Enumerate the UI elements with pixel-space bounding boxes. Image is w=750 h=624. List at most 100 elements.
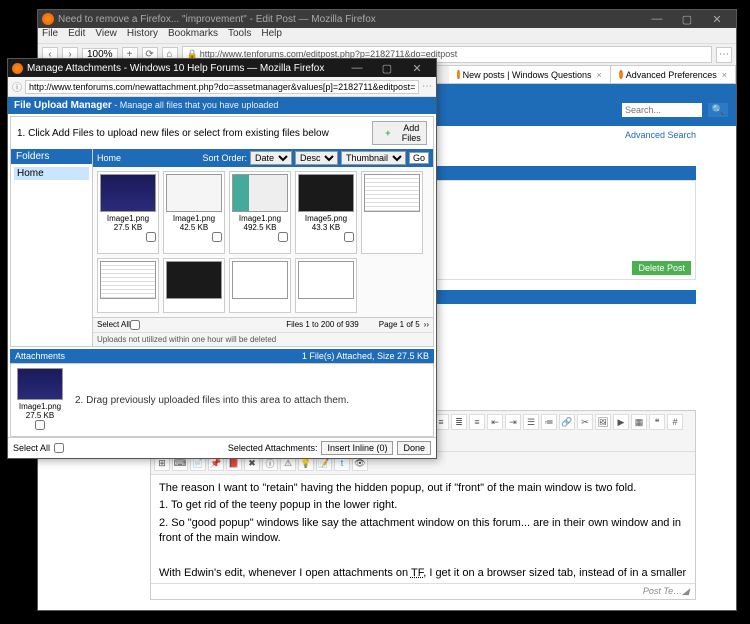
search-input[interactable]: [622, 103, 702, 117]
ed-align-center-icon[interactable]: ≣: [451, 414, 467, 430]
menu-help[interactable]: Help: [261, 28, 282, 43]
tab-new-posts[interactable]: New posts | Windows Questions×: [449, 66, 610, 83]
ed-indent-icon[interactable]: ⇥: [505, 414, 521, 430]
thumbnail-item[interactable]: Image1.png 27.5 KB: [97, 171, 159, 254]
attached-thumb[interactable]: Image1.png 27.5 KB: [15, 368, 65, 432]
thumb-image: [17, 368, 63, 400]
resize-handle[interactable]: ◢: [682, 586, 689, 597]
home-label: Home: [97, 153, 121, 163]
file-upload-header: File Upload Manager - Manage all files t…: [8, 97, 436, 114]
insert-inline-button[interactable]: Insert Inline (0): [321, 441, 393, 455]
thumb-checkbox[interactable]: [35, 420, 45, 430]
thumb-checkbox[interactable]: [344, 232, 354, 242]
view-select[interactable]: Thumbnail: [341, 151, 406, 165]
thumbnail-item[interactable]: [97, 258, 159, 313]
home-column: Home Sort Order: Date Desc Thumbnail Go …: [93, 149, 433, 346]
select-all-bottom-checkbox[interactable]: [54, 443, 64, 453]
thumbnail-item[interactable]: [361, 171, 423, 254]
upload-section: 1. Click Add Files to upload new files o…: [10, 116, 434, 347]
thumbnail-item[interactable]: Image5.png 43.3 KB: [295, 171, 357, 254]
menu-history[interactable]: History: [127, 28, 158, 43]
popup-url-input[interactable]: [25, 80, 419, 94]
firefox-icon: [42, 13, 54, 25]
selected-attachments-label: Selected Attachments:: [228, 443, 318, 453]
attachments-label: Attachments: [15, 351, 65, 361]
thumbnail-item[interactable]: [163, 258, 225, 313]
tab-advanced-prefs[interactable]: Advanced Preferences×: [611, 66, 736, 83]
ed-olist-icon[interactable]: ≔: [541, 414, 557, 430]
go-button[interactable]: Go: [409, 152, 429, 164]
main-titlebar: Need to remove a Firefox... "improvement…: [38, 10, 736, 28]
maximize-button[interactable]: ▢: [672, 13, 702, 26]
attach-instruction: 2. Drag previously uploaded files into t…: [75, 395, 349, 406]
thumb-image: [232, 174, 288, 212]
folder-home[interactable]: Home: [14, 167, 89, 180]
popup-menu-icon[interactable]: ⋯: [422, 81, 432, 92]
ed-align-right-icon[interactable]: ≡: [469, 414, 485, 430]
file-upload-title: File Upload Manager: [14, 100, 112, 111]
add-files-button[interactable]: +Add Files: [372, 121, 427, 145]
search-button[interactable]: 🔍: [708, 103, 728, 117]
sort-label: Sort Order:: [202, 153, 247, 163]
editor-body[interactable]: The reason I want to "retain" having the…: [151, 475, 695, 583]
sort-date-select[interactable]: Date: [250, 151, 292, 165]
thumb-name: Image1.png: [166, 214, 222, 223]
upload-note: Uploads not utilized within one hour wil…: [93, 332, 433, 346]
popup-close-button[interactable]: ✕: [402, 62, 432, 75]
plus-icon: +: [377, 128, 398, 138]
ed-img-icon[interactable]: 🖼: [595, 414, 611, 430]
menu-tools[interactable]: Tools: [228, 28, 251, 43]
editor-footer: Post Te… ◢: [151, 583, 695, 599]
thumb-size: 42.5 KB: [166, 223, 222, 232]
sort-dir-select[interactable]: Desc: [295, 151, 338, 165]
files-count: Files 1 to 200 of 939: [286, 320, 359, 330]
ed-quote-icon[interactable]: ❝: [649, 414, 665, 430]
ed-video-icon[interactable]: ▶: [613, 414, 629, 430]
attachments-drop-area[interactable]: Image1.png 27.5 KB 2. Drag previously up…: [10, 363, 434, 437]
menu-view[interactable]: View: [95, 28, 117, 43]
popup-bottom-bar: Select All Selected Attachments: Insert …: [8, 437, 436, 458]
menu-file[interactable]: File: [42, 28, 58, 43]
ed-outdent-icon[interactable]: ⇤: [487, 414, 503, 430]
select-all-checkbox[interactable]: [130, 320, 140, 330]
thumb-name: Image1.png: [15, 402, 65, 411]
thumb-checkbox[interactable]: [278, 232, 288, 242]
minimize-button[interactable]: —: [642, 13, 672, 26]
ed-link-icon[interactable]: 🔗: [559, 414, 575, 430]
thumb-checkbox[interactable]: [212, 232, 222, 242]
done-button[interactable]: Done: [397, 441, 431, 455]
popup-titlebar: Manage Attachments - Windows 10 Help For…: [8, 59, 436, 77]
info-icon[interactable]: ⓘ: [12, 79, 22, 94]
close-button[interactable]: ✕: [702, 13, 732, 26]
ed-table-icon[interactable]: ▦: [631, 414, 647, 430]
tab-close-icon[interactable]: ×: [722, 70, 727, 80]
advanced-search-link[interactable]: Advanced Search: [625, 130, 696, 140]
thumb-checkbox[interactable]: [146, 232, 156, 242]
tab-close-icon[interactable]: ×: [597, 70, 602, 80]
menu-bookmarks[interactable]: Bookmarks: [168, 28, 218, 43]
thumbnail-item[interactable]: [229, 258, 291, 313]
next-page-icon[interactable]: ››: [424, 320, 429, 330]
thumbnail-item[interactable]: [295, 258, 357, 313]
thumb-image: [364, 174, 420, 212]
instruction-text: 1. Click Add Files to upload new files o…: [17, 128, 372, 139]
menu-button[interactable]: ⋯: [716, 47, 732, 63]
thumbnail-item[interactable]: Image1.png 492.5 KB: [229, 171, 291, 254]
thumb-size: 27.5 KB: [15, 411, 65, 420]
ed-list-icon[interactable]: ☰: [523, 414, 539, 430]
page-label: Page 1 of 5: [379, 320, 420, 330]
thumb-image: [100, 174, 156, 212]
popup-maximize-button[interactable]: ▢: [372, 62, 402, 75]
popup-minimize-button[interactable]: —: [342, 62, 372, 75]
menu-edit[interactable]: Edit: [68, 28, 85, 43]
attachments-status: 1 File(s) Attached, Size 27.5 KB: [302, 351, 429, 361]
thumbnail-item[interactable]: Image1.png 42.5 KB: [163, 171, 225, 254]
home-header: Home Sort Order: Date Desc Thumbnail Go: [93, 149, 433, 167]
ed-hash-icon[interactable]: #: [667, 414, 683, 430]
thumb-name: Image1.png: [232, 214, 288, 223]
thumb-image: [298, 261, 354, 299]
ed-unlink-icon[interactable]: ✂: [577, 414, 593, 430]
delete-post-button[interactable]: Delete Post: [632, 261, 691, 275]
popup-title: Manage Attachments - Windows 10 Help For…: [27, 63, 342, 74]
tf-abbr: TF: [411, 567, 423, 579]
